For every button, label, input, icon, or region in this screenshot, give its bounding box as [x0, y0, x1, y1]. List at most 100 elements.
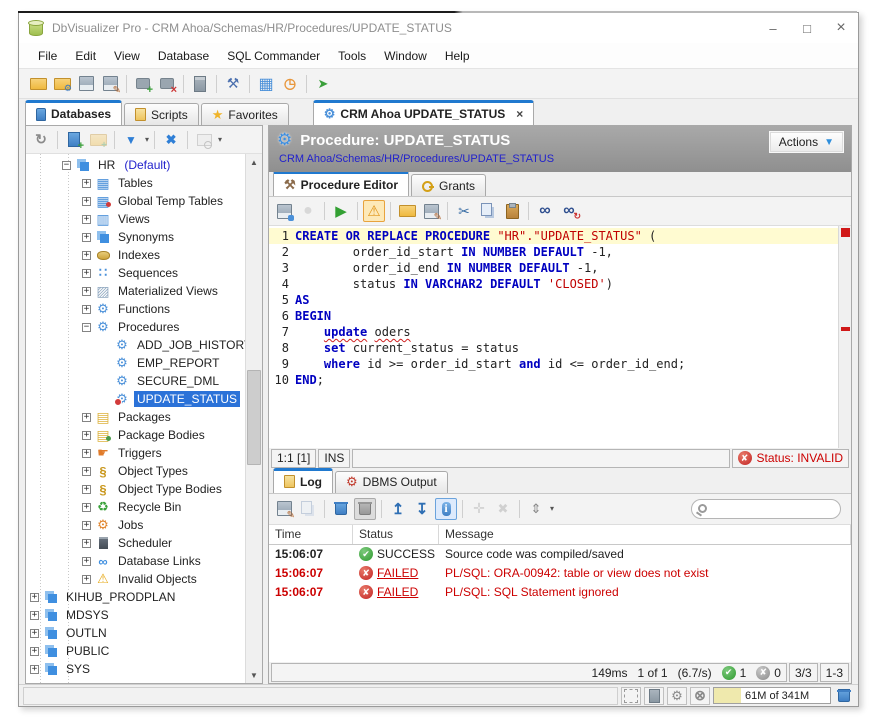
chevron-down-icon[interactable]: ▾	[145, 135, 149, 144]
expand-plus-icon[interactable]: +	[82, 521, 91, 530]
find-replace-icon[interactable]	[558, 200, 580, 222]
tree-item-tables[interactable]: +Tables	[26, 174, 245, 192]
tree-item-emp-report[interactable]: EMP_REPORT	[26, 354, 245, 372]
scroll-bottom-icon[interactable]	[411, 498, 433, 520]
bookmarks-icon[interactable]	[312, 73, 334, 95]
tree-item-scheduler[interactable]: +Scheduler	[26, 534, 245, 552]
tree-item-triggers[interactable]: +Triggers	[26, 444, 245, 462]
collapse-icon[interactable]	[492, 498, 514, 520]
add-connection-icon[interactable]	[63, 129, 85, 151]
expand-plus-icon[interactable]: +	[82, 215, 91, 224]
save-as-icon[interactable]	[99, 73, 121, 95]
collapse-minus-icon[interactable]: −	[82, 323, 91, 332]
expand-plus-icon[interactable]: +	[82, 413, 91, 422]
tab-object-update-status[interactable]: ⚙ CRM Ahoa UPDATE_STATUS ×	[313, 100, 535, 125]
menu-edit[interactable]: Edit	[66, 45, 105, 67]
tree-item-indexes[interactable]: +Indexes	[26, 246, 245, 264]
scroll-down-icon[interactable]: ▼	[246, 667, 262, 683]
code-line[interactable]: 1CREATE OR REPLACE PROCEDURE "HR"."UPDAT…	[269, 228, 838, 244]
tree-item-object-types[interactable]: +Object Types	[26, 462, 245, 480]
menu-view[interactable]: View	[105, 45, 149, 67]
log-row[interactable]: 15:06:07✘FAILEDPL/SQL: SQL Statement ign…	[269, 583, 851, 602]
info-icon[interactable]	[435, 498, 457, 520]
locate-icon[interactable]	[193, 129, 215, 151]
expand-plus-icon[interactable]: +	[82, 485, 91, 494]
expand-plus-icon[interactable]: +	[82, 557, 91, 566]
tree-item-packages[interactable]: +Packages	[26, 408, 245, 426]
errors-status-icon[interactable]	[690, 687, 710, 705]
tree-item-procedures[interactable]: −Procedures	[26, 318, 245, 336]
tree-item-invalid-objects[interactable]: +Invalid Objects	[26, 570, 245, 588]
tree-item-secure-dml[interactable]: SECURE_DML	[26, 372, 245, 390]
tab-grants[interactable]: Grants	[411, 174, 486, 196]
refresh-icon[interactable]	[30, 129, 52, 151]
expand-plus-icon[interactable]: +	[82, 431, 91, 440]
connect-icon[interactable]	[132, 73, 154, 95]
actions-button[interactable]: Actions ▼	[770, 132, 843, 152]
grid-status-icon[interactable]	[621, 687, 641, 705]
open-icon[interactable]	[396, 200, 418, 222]
data-grid-icon[interactable]	[255, 73, 277, 95]
tree-item-views[interactable]: +Views	[26, 210, 245, 228]
open-favorites-icon[interactable]	[51, 73, 73, 95]
tree-item-update-status[interactable]: UPDATE_STATUS	[26, 390, 245, 408]
expand-icon[interactable]	[468, 498, 490, 520]
collapse-minus-icon[interactable]: −	[62, 161, 71, 170]
tree-item-kihub-prodplan[interactable]: +KIHUB_PRODPLAN	[26, 588, 245, 606]
paste-icon[interactable]	[501, 200, 523, 222]
code-line[interactable]: 9 where id >= order_id_start and id <= o…	[269, 356, 838, 372]
scrollbar-thumb[interactable]	[247, 370, 261, 465]
tree-item-package-bodies[interactable]: +Package Bodies	[26, 426, 245, 444]
scroll-top-icon[interactable]	[387, 498, 409, 520]
tree-item-sequences[interactable]: +Sequences	[26, 264, 245, 282]
open-file-icon[interactable]	[27, 73, 49, 95]
save-as-icon[interactable]	[420, 200, 442, 222]
tree-item-synonyms[interactable]: +Synonyms	[26, 228, 245, 246]
export-icon[interactable]	[273, 498, 295, 520]
error-mark[interactable]	[841, 228, 850, 237]
execute-icon[interactable]	[330, 200, 352, 222]
menu-window[interactable]: Window	[375, 45, 436, 67]
save-icon[interactable]	[75, 73, 97, 95]
tree-item-hr[interactable]: −HR(Default)	[26, 156, 245, 174]
maximize-button[interactable]: □	[790, 13, 824, 43]
tree-item-database-links[interactable]: +Database Links	[26, 552, 245, 570]
tree-item-functions[interactable]: +Functions	[26, 300, 245, 318]
disconnect-icon[interactable]	[156, 73, 178, 95]
tree-item-global-temp-tables[interactable]: +Global Temp Tables	[26, 192, 245, 210]
close-button[interactable]: ×	[824, 13, 858, 43]
code-line[interactable]: 4 status IN VARCHAR2 DEFAULT 'CLOSED')	[269, 276, 838, 292]
code-line[interactable]: 8 set current_status = status	[269, 340, 838, 356]
expand-plus-icon[interactable]: +	[82, 575, 91, 584]
expand-plus-icon[interactable]: +	[30, 629, 39, 638]
cut-icon[interactable]	[453, 200, 475, 222]
menu-help[interactable]: Help	[436, 45, 479, 67]
breadcrumb[interactable]: CRM Ahoa/Schemas/HR/Procedures/UPDATE_ST…	[279, 153, 843, 165]
menu-database[interactable]: Database	[149, 45, 218, 67]
code-line[interactable]: 10END;	[269, 372, 838, 388]
compile-icon[interactable]	[363, 200, 385, 222]
log-column-message[interactable]: Message	[439, 525, 851, 544]
log-column-time[interactable]: Time	[269, 525, 353, 544]
code-line[interactable]: 2 order_id_start IN NUMBER DEFAULT -1,	[269, 244, 838, 260]
expand-plus-icon[interactable]: +	[82, 449, 91, 458]
expand-plus-icon[interactable]: +	[30, 647, 39, 656]
code-line[interactable]: 7 update oders	[269, 324, 838, 340]
tab-scripts[interactable]: Scripts	[124, 103, 199, 125]
menu-tools[interactable]: Tools	[329, 45, 375, 67]
chevron-down-icon[interactable]: ▾	[218, 135, 222, 144]
find-icon[interactable]	[534, 200, 556, 222]
add-folder-icon[interactable]	[87, 129, 109, 151]
garbage-collect-icon[interactable]	[834, 687, 854, 705]
expand-plus-icon[interactable]: +	[82, 269, 91, 278]
tree-item-outln[interactable]: +OUTLN	[26, 624, 245, 642]
menu-file[interactable]: File	[29, 45, 66, 67]
search-input[interactable]	[711, 503, 853, 515]
log-row[interactable]: 15:06:07✘FAILEDPL/SQL: ORA-00942: table …	[269, 564, 851, 583]
expand-plus-icon[interactable]: +	[82, 467, 91, 476]
chevron-down-icon[interactable]: ▾	[550, 504, 554, 513]
code-area[interactable]: 1CREATE OR REPLACE PROCEDURE "HR"."UPDAT…	[269, 226, 838, 448]
stop-icon[interactable]	[297, 200, 319, 222]
log-column-status[interactable]: Status	[353, 525, 439, 544]
log-row[interactable]: 15:06:07✔SUCCESSSource code was compiled…	[269, 545, 851, 564]
